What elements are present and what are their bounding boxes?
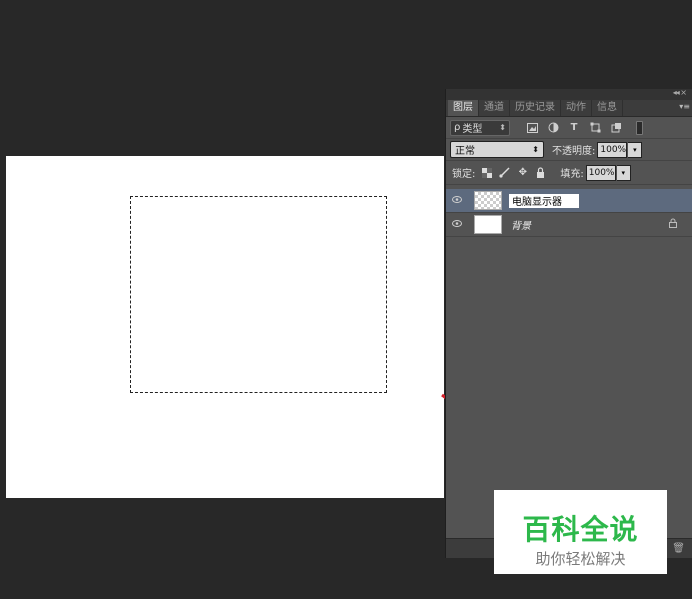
filter-row: ρ 类型 ⬍ T [446, 117, 692, 139]
shape-filter-icon[interactable] [589, 122, 601, 134]
lock-icon [669, 218, 677, 231]
search-icon: ρ [454, 122, 461, 133]
layer-row-background[interactable]: 背景 [446, 213, 692, 237]
watermark-subtitle: 助你轻松解决 [535, 550, 626, 568]
opacity-input[interactable]: 100% [597, 141, 628, 158]
opacity-dropdown-icon[interactable]: ▾ [628, 141, 643, 158]
marquee-selection[interactable] [130, 196, 387, 393]
pixel-filter-icon[interactable] [526, 122, 538, 134]
opacity-label: 不透明度: [552, 146, 596, 157]
fill-label: 填充: [560, 169, 584, 180]
lock-label: 锁定: [452, 169, 476, 180]
blend-mode-value: 正常 [455, 146, 475, 157]
layer-name-input[interactable]: 电脑显示器 [509, 193, 579, 208]
trash-icon[interactable]: 🗑 [672, 543, 685, 554]
layer-name[interactable]: 背景 [511, 217, 531, 232]
type-filter-icon[interactable]: T [568, 122, 580, 134]
tab-channels[interactable]: 通道 [479, 100, 510, 116]
lock-brush-icon[interactable] [499, 167, 510, 178]
filter-toggle-switch[interactable] [636, 120, 643, 135]
eye-icon[interactable] [446, 219, 468, 230]
layer-thumbnail[interactable] [474, 215, 502, 234]
layers-panel: ◂◂ × 图层 通道 历史记录 动作 信息 ▾≡ ρ 类型 ⬍ T 正常 ⬍ 不… [445, 88, 692, 558]
lock-all-icon[interactable] [535, 167, 546, 178]
collapse-icon[interactable]: ◂◂ × [673, 88, 687, 97]
tab-layers[interactable]: 图层 [448, 100, 479, 116]
select-arrows-icon: ⬍ [532, 145, 539, 154]
watermark-title: 百科全说 [522, 513, 639, 546]
filter-kind-select[interactable]: ρ 类型 ⬍ [450, 119, 510, 136]
fill-dropdown-icon[interactable]: ▾ [616, 164, 631, 181]
lock-row: 锁定: ✥ 填充: 100% ▾ [446, 161, 692, 185]
lock-move-icon[interactable]: ✥ [517, 167, 528, 178]
panel-tabs: 图层 通道 历史记录 动作 信息 ▾≡ [446, 100, 692, 117]
layer-thumbnail[interactable] [474, 191, 502, 210]
blend-row: 正常 ⬍ 不透明度: 100% ▾ [446, 139, 692, 161]
tab-actions[interactable]: 动作 [561, 100, 592, 116]
filter-kind-label: 类型 [462, 124, 483, 135]
document-canvas[interactable] [6, 156, 444, 498]
tab-info[interactable]: 信息 [592, 100, 623, 116]
layer-list: 电脑显示器 背景 [446, 189, 692, 237]
lock-transparent-icon[interactable] [481, 167, 492, 178]
panel-menu-icon[interactable]: ▾≡ [679, 102, 690, 111]
select-arrows-icon: ⬍ [499, 123, 506, 132]
panel-title-bar: ◂◂ × [446, 88, 692, 100]
smart-object-filter-icon[interactable] [610, 122, 622, 134]
adjustment-filter-icon[interactable] [547, 122, 559, 134]
tab-history[interactable]: 历史记录 [510, 100, 561, 116]
blend-mode-select[interactable]: 正常 ⬍ [450, 141, 544, 158]
fill-input[interactable]: 100% [585, 164, 616, 181]
eye-icon[interactable] [446, 195, 468, 206]
layer-row-monitor[interactable]: 电脑显示器 [446, 189, 692, 213]
watermark-logo: 百科全说 助你轻松解决 [494, 490, 667, 574]
